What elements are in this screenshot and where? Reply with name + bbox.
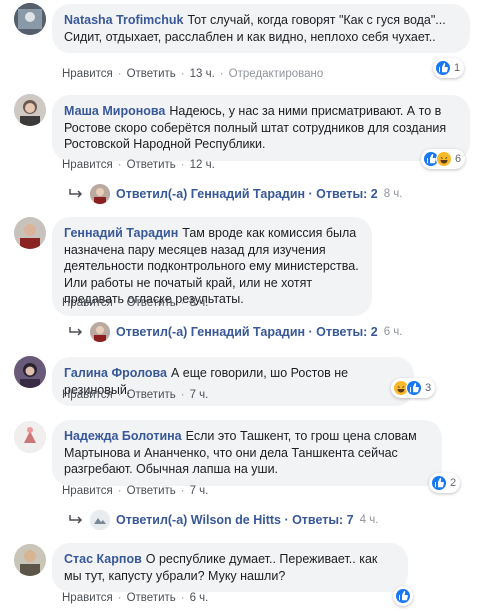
reply-time: 6 ч. — [383, 326, 403, 338]
avatar[interactable] — [14, 421, 46, 453]
comment-author[interactable]: Галина Фролова — [64, 366, 167, 380]
reaction-summary[interactable]: 1 — [433, 58, 465, 78]
reaction-count: 2 — [450, 477, 457, 489]
replies-toggle[interactable]: Ответил(-а) Геннадий Тарадин · Ответы: 2… — [68, 322, 403, 342]
comment-author[interactable]: Надежда Болотина — [64, 429, 182, 443]
avatar[interactable] — [14, 356, 46, 388]
reply-arrow-icon — [69, 515, 83, 524]
reply-link[interactable]: Ответить — [127, 297, 176, 309]
comment-bubble: Natasha Trofimchuk Тот случай, когда гово… — [52, 4, 470, 53]
timestamp[interactable]: 7 ч. — [190, 389, 209, 401]
reply-arrow-icon — [69, 189, 83, 198]
reaction-count: 3 — [425, 382, 432, 394]
like-icon — [395, 588, 411, 604]
timestamp[interactable]: 12 ч. — [190, 159, 215, 171]
comment-bubble: Стас Карпов О республике думает.. Пережив… — [52, 543, 408, 592]
avatar-image — [14, 421, 46, 453]
avatar-image — [14, 3, 46, 35]
timestamp[interactable]: 6 ч. — [190, 592, 209, 604]
timestamp[interactable]: 7 ч. — [190, 485, 209, 497]
avatar-image — [14, 94, 46, 126]
like-icon — [406, 380, 422, 396]
haha-icon — [436, 151, 452, 167]
replies-label[interactable]: Ответил(-а) Геннадий Тарадин · Ответы: 2 — [116, 325, 378, 339]
reaction-summary[interactable] — [393, 586, 413, 606]
comment-author[interactable]: Маша Миронова — [64, 104, 165, 118]
timestamp[interactable]: 8 ч. — [190, 297, 209, 309]
comment-actions: Нравится · Ответить · 7 ч. — [62, 389, 209, 401]
comment-actions: Нравится · Ответить · 12 ч. — [62, 159, 215, 171]
reaction-count: 6 — [455, 153, 462, 165]
like-link[interactable]: Нравится — [62, 68, 113, 80]
reply-link[interactable]: Ответить — [127, 159, 176, 171]
like-icon — [431, 475, 447, 491]
like-icon — [435, 60, 451, 76]
reply-link[interactable]: Ответить — [127, 389, 176, 401]
comment-bubble: Маша Миронова Надеюсь, у нас за ними прис… — [52, 95, 470, 161]
avatar-image — [14, 217, 46, 249]
reply-arrow-icon — [69, 327, 83, 336]
reply-link[interactable]: Ответить — [127, 485, 176, 497]
replies-label[interactable]: Ответил(-а) Wilson de Hitts · Ответы: 7 — [116, 513, 354, 527]
reply-avatar — [90, 184, 110, 204]
reply-time: 4 ч. — [359, 514, 379, 526]
reply-avatar — [90, 510, 110, 530]
avatar[interactable] — [14, 217, 46, 249]
reaction-count: 1 — [454, 62, 461, 74]
like-link[interactable]: Нравится — [62, 592, 113, 604]
comment-author[interactable]: Natasha Trofimchuk — [64, 13, 183, 27]
edited-label: Отредактировано — [228, 68, 324, 80]
reaction-summary[interactable]: 6 — [421, 149, 466, 169]
timestamp[interactable]: 13 ч. — [190, 68, 215, 80]
reply-time: 8 ч. — [383, 188, 403, 200]
like-link[interactable]: Нравится — [62, 159, 113, 171]
comment-actions: Нравится · Ответить · 7 ч. — [62, 485, 209, 497]
comment-actions: Нравится · Ответить · 8 ч. — [62, 297, 209, 309]
avatar[interactable] — [14, 544, 46, 576]
avatar[interactable] — [14, 94, 46, 126]
reply-link[interactable]: Ответить — [127, 68, 176, 80]
reaction-summary[interactable]: 3 — [391, 378, 436, 398]
reply-avatar — [90, 322, 110, 342]
reply-link[interactable]: Ответить — [127, 592, 176, 604]
like-link[interactable]: Нравится — [62, 485, 113, 497]
like-link[interactable]: Нравится — [62, 297, 113, 309]
avatar[interactable] — [14, 3, 46, 35]
replies-label[interactable]: Ответил(-а) Геннадий Тарадин · Ответы: 2 — [116, 187, 378, 201]
comment-author[interactable]: Геннадий Тарадин — [64, 226, 178, 240]
like-link[interactable]: Нравится — [62, 389, 113, 401]
reaction-summary[interactable]: 2 — [429, 473, 461, 493]
avatar-image — [14, 356, 46, 388]
comment-author[interactable]: Стас Карпов — [64, 552, 142, 566]
replies-toggle[interactable]: Ответил(-а) Wilson de Hitts · Ответы: 7 … — [68, 510, 378, 530]
comment-actions: Нравится · Ответить · 6 ч. — [62, 592, 209, 604]
comment-bubble: Надежда Болотина Если это Ташкент, то гро… — [52, 420, 442, 486]
comment-actions: Нравится · Ответить · 13 ч. · Отредактировано — [62, 68, 324, 80]
avatar-image — [14, 544, 46, 576]
replies-toggle[interactable]: Ответил(-а) Геннадий Тарадин · Ответы: 2… — [68, 184, 403, 204]
